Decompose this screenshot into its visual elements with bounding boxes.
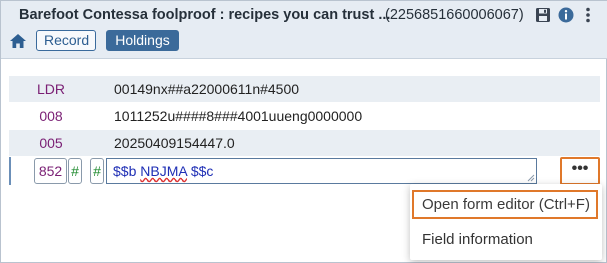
tag-input[interactable]: 852	[34, 158, 67, 184]
edit-field-row: 852 # # $$b NBJMA $$c •••	[9, 156, 600, 186]
more-vertical-icon[interactable]	[579, 6, 597, 24]
indicator-2-input[interactable]: #	[90, 158, 104, 184]
field-content-input[interactable]: $$b NBJMA $$c	[106, 158, 537, 184]
record-title: Barefoot Contessa foolproof : recipes yo…	[19, 7, 391, 23]
active-row-indicator	[9, 157, 11, 185]
field-row: 008 1011252u####8###4001uueng0000000	[9, 103, 600, 129]
home-icon[interactable]	[9, 33, 27, 49]
field-value[interactable]: 20250409154447.0	[114, 130, 235, 156]
field-row: LDR 00149nx##a22000611n#4500	[9, 76, 600, 102]
menu-item-field-information[interactable]: Field information	[412, 228, 598, 256]
field-tag[interactable]: 005	[9, 130, 93, 156]
field-value[interactable]: 00149nx##a22000611n#4500	[114, 76, 299, 102]
record-id: (2256851660006067)	[385, 7, 524, 23]
field-tag[interactable]: 008	[9, 103, 93, 129]
tab-record[interactable]: Record	[36, 30, 96, 51]
resize-grip-icon[interactable]	[527, 174, 535, 182]
subfield-b-value: NBJMA	[140, 163, 187, 179]
field-tag[interactable]: LDR	[9, 76, 93, 102]
field-actions-menu: Open form editor (Ctrl+F) Field informat…	[410, 184, 602, 260]
panel-header: Barefoot Contessa foolproof : recipes yo…	[1, 1, 607, 59]
save-icon[interactable]	[534, 6, 552, 24]
menu-item-open-form-editor[interactable]: Open form editor (Ctrl+F)	[412, 190, 598, 219]
field-value[interactable]: 1011252u####8###4001uueng0000000	[114, 103, 362, 129]
tab-holdings[interactable]: Holdings	[106, 30, 179, 51]
field-row: 005 20250409154447.0	[9, 130, 600, 156]
more-actions-button[interactable]: •••	[560, 157, 600, 185]
indicator-1-input[interactable]: #	[68, 158, 82, 184]
subfield-b-code: $$b	[113, 163, 137, 179]
marc-editor-panel: Barefoot Contessa foolproof : recipes yo…	[0, 0, 607, 263]
info-icon[interactable]	[557, 6, 575, 24]
subfield-c-code: $$c	[190, 163, 214, 179]
